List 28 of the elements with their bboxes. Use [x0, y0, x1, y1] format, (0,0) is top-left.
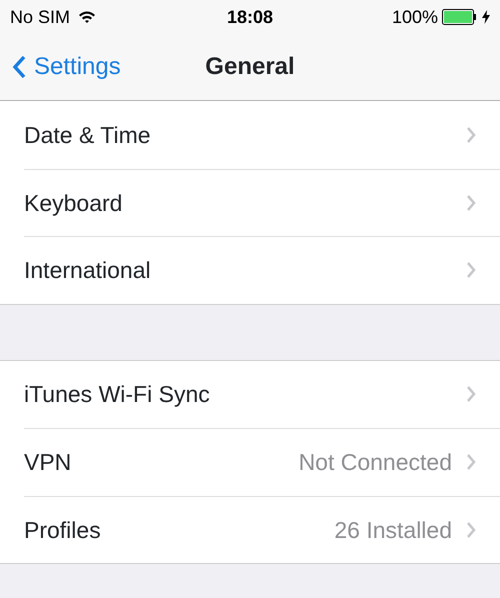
back-chevron-icon — [12, 55, 26, 79]
wifi-icon — [78, 10, 96, 24]
row-label: International — [24, 256, 151, 285]
battery-icon — [442, 9, 478, 25]
battery-percent: 100% — [392, 6, 438, 28]
settings-row[interactable]: iTunes Wi-Fi Sync — [24, 360, 500, 428]
settings-row[interactable]: Keyboard — [24, 168, 500, 236]
row-detail: 26 Installed — [334, 516, 452, 544]
chevron-icon — [466, 520, 476, 539]
row-label: Profiles — [24, 516, 101, 544]
settings-row[interactable]: Profiles 26 Installed — [24, 496, 500, 563]
settings-row[interactable]: International — [24, 236, 500, 304]
clock: 18:08 — [226, 6, 274, 28]
chevron-icon — [466, 453, 476, 472]
nav-title: General — [205, 52, 295, 82]
settings-row[interactable]: VPN Not Connected — [24, 428, 500, 496]
chevron-icon — [466, 261, 476, 280]
row-detail: Not Connected — [298, 448, 452, 477]
settings-row[interactable]: Date & Time — [24, 101, 500, 168]
back-button[interactable]: Settings — [0, 34, 121, 100]
chevron-icon — [466, 126, 476, 144]
row-label: Keyboard — [24, 188, 122, 218]
row-label: iTunes Wi-Fi Sync — [24, 380, 210, 409]
chevron-icon — [466, 194, 476, 212]
row-label: VPN — [24, 448, 72, 477]
row-label: Date & Time — [24, 120, 151, 150]
carrier-label: No SIM — [10, 6, 70, 28]
chevron-icon — [466, 385, 476, 404]
